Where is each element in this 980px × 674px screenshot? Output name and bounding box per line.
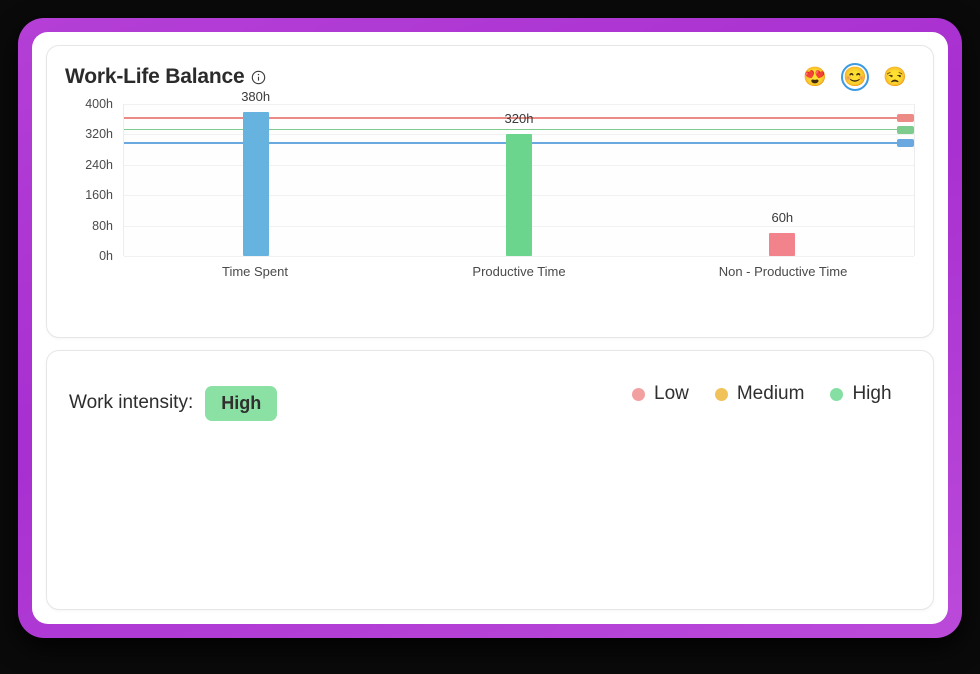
bar-value-label: 380h [241,88,271,104]
y-axis-tick: 0h [99,249,113,263]
mood-selector: 😍 😊 😒 [801,63,915,91]
y-axis-tick: 240h [85,157,113,172]
balance-card-header: Work-Life Balance 😍 😊 😒 [65,62,915,92]
chart-plot-area: 380h 320h 60h [123,89,915,257]
device-frame: Work-Life Balance 😍 😊 😒 0h 80h 160h 240h 320h 4 [18,18,962,638]
bar[interactable] [769,233,796,256]
legend-color-dot [830,387,844,401]
intensity-legend: Low Medium High [632,383,892,405]
reference-line-marker [897,139,914,147]
legend-color-dot [632,387,645,401]
reference-line-marker [897,125,914,134]
bar[interactable] [506,134,532,256]
y-axis-tick: 320h [85,127,113,142]
legend-item[interactable]: Medium [714,383,805,405]
legend-item[interactable]: Low [632,383,689,405]
legend-item[interactable]: High [830,383,892,405]
mood-happy[interactable]: 😊 [841,63,869,91]
page-title: Work-Life Balance [65,65,245,88]
legend-label: Low [654,383,689,404]
bar-value-label: 60h [771,210,794,226]
work-intensity-value-badge: High [205,385,278,421]
y-axis-tick: 80h [92,218,113,233]
gridline [124,104,914,105]
y-axis-labels: 0h 80h 160h 240h 320h 400h [65,97,119,263]
x-axis-labels: Time Spent Productive Time Non - Productiv… [123,264,915,288]
reference-line-marker [897,114,914,123]
mood-love[interactable]: 😍 [801,63,829,91]
gridline [124,256,914,257]
legend-color-dot [714,387,728,401]
y-axis-tick: 400h [85,97,113,111]
legend-label: Medium [736,383,805,404]
info-circle-icon[interactable] [251,70,266,85]
app-root: Work-Life Balance 😍 😊 😒 0h 80h 160h 240h 320h 4 [0,0,980,674]
work-life-balance-card: Work-Life Balance 😍 😊 😒 0h 80h 160h 240h 320h 4 [46,45,934,338]
x-axis-tick: Productive Time [472,264,566,279]
bar-value-label: 320h [504,111,534,127]
x-axis-tick: Non - Productive Time [718,264,848,279]
bar[interactable] [242,111,269,256]
frame-inner: Work-Life Balance 😍 😊 😒 0h 80h 160h 240h 320h 4 [32,32,948,624]
work-intensity-label: Work intensity: [69,392,194,413]
legend-label: High [852,383,892,404]
work-intensity-card: Work intensity: High Low Medium High [46,350,934,610]
y-axis-tick: 160h [85,188,113,203]
mood-unhappy[interactable]: 😒 [881,63,909,91]
x-axis-tick: Time Spent [221,264,288,279]
balance-bar-chart: 0h 80h 160h 240h 320h 400h 380h 320h 60h Time S… [65,89,915,299]
title-wrap: Work-Life Balance [65,65,266,89]
